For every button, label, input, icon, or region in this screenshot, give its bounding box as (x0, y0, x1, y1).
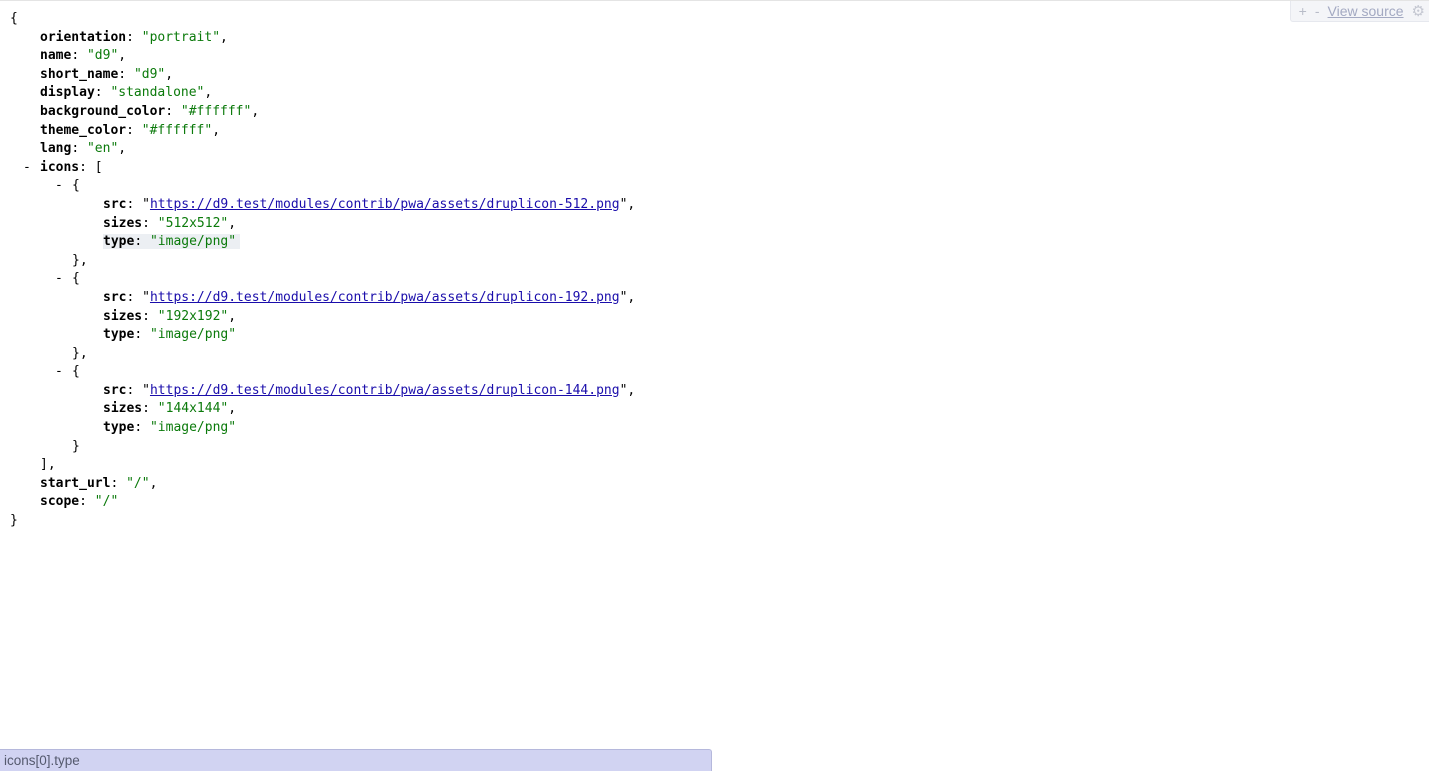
property-key: theme_color (40, 122, 127, 138)
property-value: "512x512" (157, 215, 229, 231)
property-key: sizes (103, 401, 143, 417)
gear-icon[interactable]: ⚙ (1412, 2, 1425, 20)
property-start-url: start_url: "/", (40, 475, 158, 491)
status-bar: icons[0].type (0, 749, 712, 771)
property-key: type (103, 327, 135, 343)
property-key: orientation (40, 29, 127, 45)
icons-array-close: ], (40, 457, 56, 473)
property-value: "/" (94, 494, 119, 510)
collapse-toggle-icon-2[interactable]: - (55, 363, 63, 382)
property-key: lang (40, 141, 72, 157)
property-value: "d9" (133, 66, 166, 82)
property-key: src (103, 289, 127, 305)
icon-object-close: } (72, 438, 80, 454)
icon-src: src: "https://d9.test/modules/contrib/pw… (103, 382, 636, 398)
property-key: type (103, 234, 135, 250)
icon-type: type: "image/png" (103, 420, 237, 436)
json-close-brace-line: } (10, 512, 635, 531)
property-value: "d9" (86, 48, 119, 64)
icon-object-open: -{ (10, 177, 635, 196)
property-name: name: "d9", (40, 48, 127, 64)
property-key: start_url (40, 475, 111, 491)
property-key: icons (40, 159, 80, 175)
property-key: sizes (103, 215, 143, 231)
property-value: "image/png" (149, 420, 237, 436)
property-key: sizes (103, 308, 143, 324)
property-key: type (103, 420, 135, 436)
property-display: display: "standalone", (40, 85, 213, 101)
property-icons: - icons: [ (10, 159, 635, 178)
property-scope: scope: "/" (40, 494, 119, 510)
property-value: "standalone" (110, 85, 205, 101)
collapse-all-button[interactable]: - (1315, 3, 1320, 19)
icon-sizes: sizes: "144x144", (103, 401, 237, 417)
collapse-toggle-icons[interactable]: - (23, 159, 31, 178)
property-key: display (40, 85, 95, 101)
json-tree: { orientation: "portrait", name: "d9", s… (10, 10, 635, 531)
json-path-label: icons[0].type (4, 753, 80, 768)
property-key: short_name (40, 66, 119, 82)
icon-type: type: "image/png" (103, 327, 237, 343)
view-source-link[interactable]: View source (1328, 3, 1404, 19)
property-short-name: short_name: "d9", (40, 66, 174, 82)
property-theme-color: theme_color: "#ffffff", (40, 122, 221, 138)
property-lang: lang: "en", (40, 141, 127, 157)
icon-src-link[interactable]: https://d9.test/modules/contrib/pwa/asse… (150, 197, 620, 212)
open-brace: { (10, 11, 18, 26)
collapse-toggle-icon-1[interactable]: - (55, 270, 63, 289)
icon-object-open: -{ (10, 270, 635, 289)
collapse-toggle-icon-0[interactable]: - (55, 177, 63, 196)
property-value: "144x144" (157, 401, 229, 417)
property-value: "#ffffff" (180, 103, 252, 119)
close-brace: } (10, 513, 18, 529)
property-background-color: background_color: "#ffffff", (40, 103, 260, 119)
property-key: src (103, 382, 127, 398)
property-value: "192x192" (157, 308, 229, 324)
property-orientation: orientation: "portrait", (40, 29, 228, 45)
expand-all-button[interactable]: + (1299, 3, 1307, 19)
viewer-toolbar: + - View source ⚙ (1289, 1, 1429, 22)
property-key: name (40, 48, 72, 64)
icon-sizes: sizes: "512x512", (103, 215, 237, 231)
icon-object-open: -{ (10, 363, 635, 382)
property-value: "portrait" (141, 29, 221, 45)
icon-object-close: }, (72, 252, 88, 268)
json-open-brace-line: { (10, 10, 635, 29)
property-value: "/" (126, 475, 150, 491)
property-key: background_color (40, 103, 166, 119)
property-key: scope (40, 494, 80, 510)
icon-src-link[interactable]: https://d9.test/modules/contrib/pwa/asse… (150, 383, 620, 398)
icon-sizes: sizes: "192x192", (103, 308, 237, 324)
icon-src: src: "https://d9.test/modules/contrib/pw… (103, 289, 636, 305)
icon-object-close: }, (72, 345, 88, 361)
property-value: "en" (86, 141, 119, 157)
property-key: src (103, 196, 127, 212)
hovered-property[interactable]: type: "image/png" (103, 234, 241, 250)
top-border (0, 0, 1429, 1)
property-value: "image/png" (149, 327, 237, 343)
property-value: "image/png" (149, 234, 237, 250)
icon-src: src: "https://d9.test/modules/contrib/pw… (103, 196, 636, 212)
property-value: "#ffffff" (141, 122, 213, 138)
icon-type: type: "image/png" (10, 233, 635, 252)
icon-src-link[interactable]: https://d9.test/modules/contrib/pwa/asse… (150, 290, 620, 305)
